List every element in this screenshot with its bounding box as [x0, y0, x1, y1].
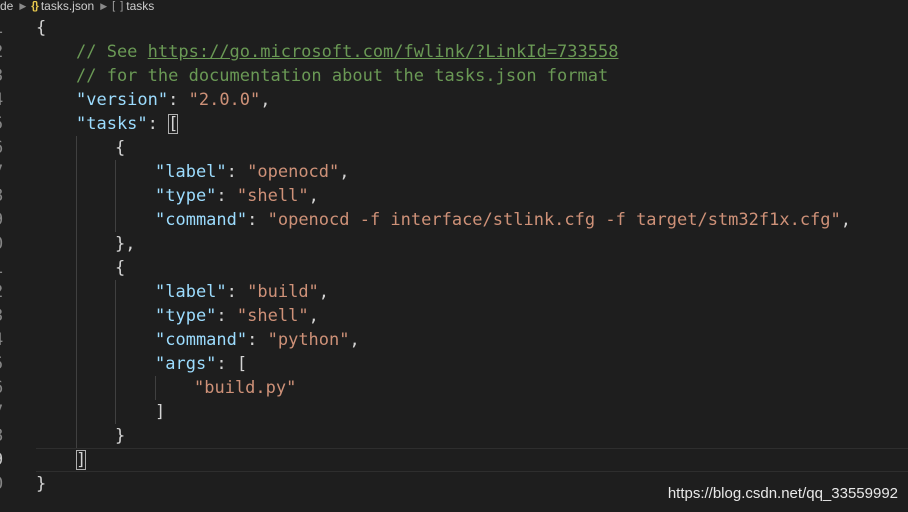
- line-number: 7: [0, 160, 13, 184]
- breadcrumb: de ▶ {} tasks.json ▶ [ ] tasks: [0, 0, 908, 14]
- brace: }: [36, 474, 47, 494]
- bracket: ]: [155, 402, 166, 422]
- line-number: 6: [0, 376, 13, 400]
- comma: ,: [840, 210, 852, 230]
- line-number: 3: [0, 304, 13, 328]
- brace: },: [115, 234, 136, 254]
- brace: {: [115, 138, 126, 158]
- json-key: "command": [155, 210, 248, 230]
- line-number: 5: [0, 112, 13, 136]
- code-line[interactable]: 3 "type": "shell",: [0, 304, 908, 328]
- line-number: 9: [0, 448, 13, 472]
- comma: ,: [318, 282, 330, 302]
- comma: ,: [339, 162, 350, 182]
- line-number: 0: [0, 472, 13, 496]
- matched-bracket: ]: [76, 450, 87, 470]
- code-line[interactable]: 1 {: [0, 256, 908, 280]
- colon: :: [216, 354, 237, 374]
- code-line[interactable]: 8 "type": "shell",: [0, 184, 908, 208]
- colon: :: [247, 330, 268, 350]
- code-line[interactable]: 4 "command": "python",: [0, 328, 908, 352]
- json-key: "command": [155, 330, 248, 350]
- code-editor[interactable]: de▶{}tasks.json▶[ ]tasks 1 { 2 // See ht…: [0, 0, 908, 512]
- code-line[interactable]: 9 "command": "openocd -f interface/stlin…: [0, 208, 908, 232]
- json-key: "args": [155, 354, 217, 374]
- code-line[interactable]: 7 ]: [0, 400, 908, 424]
- colon: :: [216, 306, 237, 326]
- breadcrumb-root[interactable]: de: [0, 0, 13, 12]
- json-key: "type": [155, 186, 217, 206]
- json-string: "shell": [236, 306, 309, 326]
- line-number: 5: [0, 352, 13, 376]
- json-string: "build": [247, 282, 319, 302]
- code-line[interactable]: 6 {: [0, 136, 908, 160]
- colon: :: [226, 282, 248, 302]
- code-line[interactable]: 3 // for the documentation about the tas…: [0, 64, 908, 88]
- line-number: 4: [0, 328, 13, 352]
- chevron-right-icon: ▶: [100, 1, 108, 11]
- comment: // See: [76, 42, 148, 62]
- watermark: https://blog.csdn.net/qq_33559992: [667, 485, 898, 502]
- line-number: 2: [0, 280, 13, 304]
- comma: ,: [308, 306, 319, 326]
- json-key: "tasks": [76, 114, 148, 134]
- code-line[interactable]: 4 "version": "2.0.0",: [0, 88, 908, 112]
- line-number: 8: [0, 424, 13, 448]
- json-string: "build.py": [194, 378, 297, 398]
- line-number: 8: [0, 184, 13, 208]
- colon: :: [247, 210, 268, 230]
- json-string: "openocd -f interface/stlink.cfg -f targ…: [267, 210, 841, 230]
- code-line[interactable]: 5 "args": [: [0, 352, 908, 376]
- code-line-current[interactable]: 9 ]: [0, 448, 908, 472]
- code-line[interactable]: 5 "tasks": [: [0, 112, 908, 136]
- code-line[interactable]: 2 // See https://go.microsoft.com/fwlink…: [0, 40, 908, 64]
- line-number: 6: [0, 136, 13, 160]
- code-area[interactable]: 1 { 2 // See https://go.microsoft.com/fw…: [0, 16, 908, 496]
- json-key: "label": [155, 162, 227, 182]
- bracket: [: [236, 354, 248, 374]
- json-string: "shell": [236, 186, 309, 206]
- brace: {: [36, 18, 47, 38]
- code-line[interactable]: 2 "label": "build",: [0, 280, 908, 304]
- json-string: "openocd": [247, 162, 340, 182]
- brace: }: [115, 426, 126, 446]
- line-number: 2: [0, 40, 13, 64]
- comma: ,: [349, 330, 360, 350]
- code-line[interactable]: 6 "build.py": [0, 376, 908, 400]
- code-line[interactable]: 7 "label": "openocd",: [0, 160, 908, 184]
- json-string: "2.0.0": [188, 90, 261, 110]
- matched-bracket: [: [168, 114, 179, 134]
- code-line[interactable]: 8 }: [0, 424, 908, 448]
- json-key: "label": [155, 282, 227, 302]
- comma: ,: [308, 186, 319, 206]
- array-icon: [ ]: [112, 0, 125, 12]
- colon: :: [168, 90, 189, 110]
- line-number: 7: [0, 400, 13, 424]
- line-number: 9: [0, 208, 13, 232]
- breadcrumb-file[interactable]: tasks.json: [41, 0, 94, 12]
- colon: :: [226, 162, 248, 182]
- colon: :: [147, 114, 169, 134]
- line-number: 3: [0, 64, 13, 88]
- comma: ,: [260, 90, 271, 110]
- colon: :: [216, 186, 237, 206]
- comment: // for the documentation about the tasks…: [76, 66, 609, 86]
- line-number: 4: [0, 88, 13, 112]
- json-string: "python": [267, 330, 350, 350]
- json-key: "version": [76, 90, 169, 110]
- breadcrumb-node[interactable]: tasks: [126, 0, 154, 12]
- json-file-icon: {}: [31, 0, 39, 12]
- line-number: 1: [0, 256, 13, 280]
- comment-link[interactable]: https://go.microsoft.com/fwlink/?LinkId=…: [148, 42, 619, 62]
- code-line[interactable]: 0 },: [0, 232, 908, 256]
- chevron-right-icon: ▶: [19, 1, 27, 11]
- line-number: 1: [0, 16, 13, 40]
- json-key: "type": [155, 306, 217, 326]
- code-line[interactable]: 1 {: [0, 16, 908, 40]
- line-number: 0: [0, 232, 13, 256]
- brace: {: [115, 258, 126, 278]
